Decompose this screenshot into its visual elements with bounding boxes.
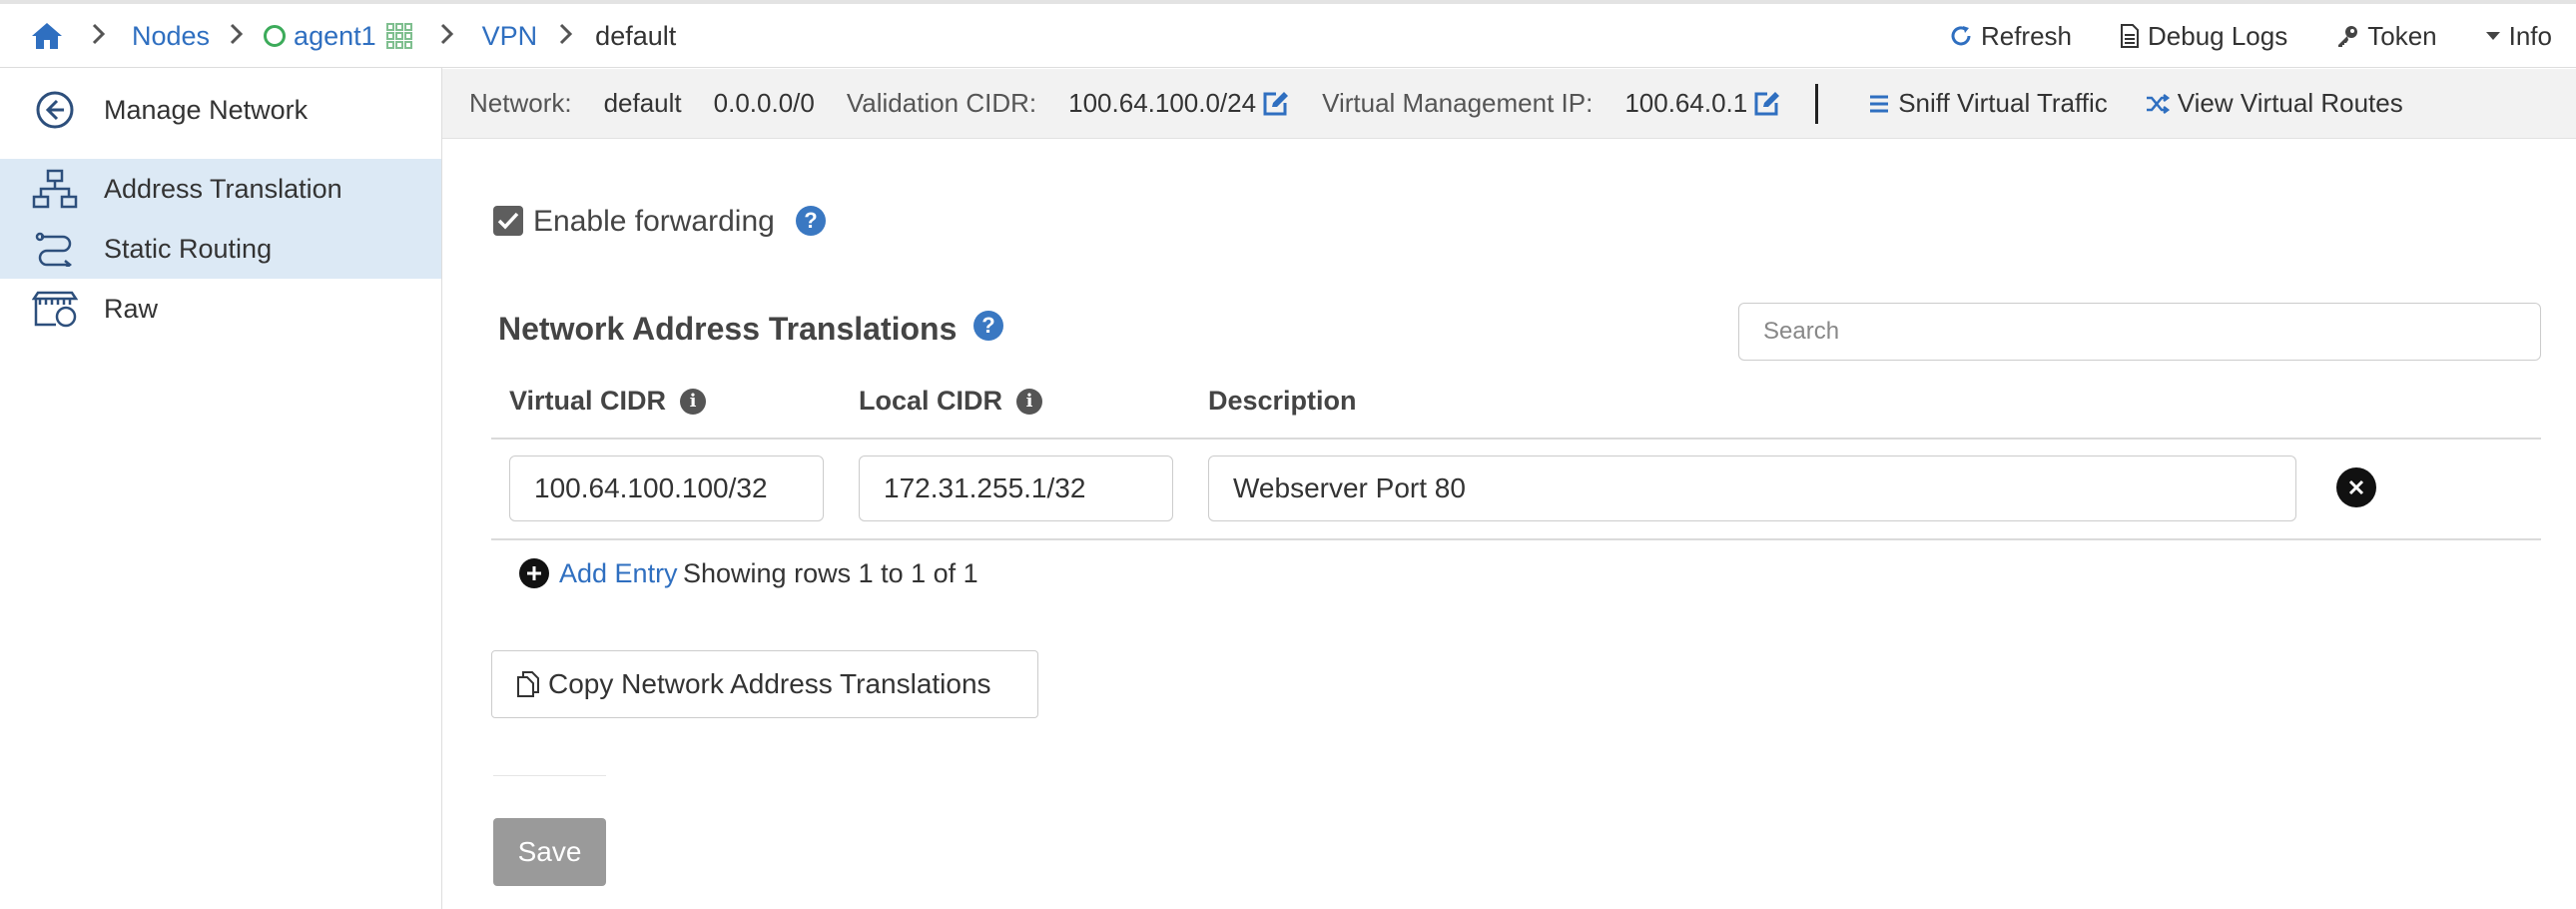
add-entry-link[interactable]: Add Entry (559, 558, 678, 589)
top-actions: Refresh Debug Logs Token Info (1949, 4, 2552, 68)
breadcrumb-vpn-link[interactable]: VPN (482, 21, 538, 52)
nat-title: Network Address Translations (498, 311, 958, 347)
breadcrumb: Nodes agent1 VPN default (30, 4, 676, 68)
shuffle-icon (2146, 93, 2170, 115)
help-icon[interactable]: ? (796, 206, 826, 236)
table-row-divider (491, 538, 2541, 540)
enable-forwarding-label: Enable forwarding (533, 205, 775, 238)
divider (1815, 83, 1819, 124)
add-entry-icon[interactable] (519, 558, 549, 588)
validation-cidr-label: Validation CIDR: (846, 88, 1037, 118)
column-header-local-cidr: Local CIDR i (859, 386, 1043, 417)
refresh-button[interactable]: Refresh (1949, 21, 2072, 52)
network-label: Network: (469, 88, 572, 118)
key-icon (2335, 24, 2359, 48)
pagination-info: Showing rows 1 to 1 of 1 (683, 558, 978, 588)
home-icon[interactable] (30, 21, 64, 51)
debug-logs-button[interactable]: Debug Logs (2120, 21, 2287, 52)
save-button[interactable]: Save (493, 818, 606, 886)
table-header-divider (491, 438, 2541, 440)
copy-nat-button[interactable]: Copy Network Address Translations (491, 650, 1038, 718)
debug-logs-label: Debug Logs (2148, 20, 2288, 51)
sidebar-item-raw[interactable]: Raw (0, 279, 441, 339)
chevron-right-icon (559, 21, 573, 52)
column-header-description: Description (1208, 386, 1357, 417)
bars-icon (1868, 93, 1890, 115)
token-button[interactable]: Token (2335, 20, 2437, 52)
sidebar: Manage Network Address Translation Stati… (0, 68, 442, 909)
column-header-label: Local CIDR (859, 386, 1003, 416)
validation-cidr-value: 100.64.100.0/24 (1068, 88, 1257, 118)
view-routes-label: View Virtual Routes (2177, 88, 2403, 118)
chevron-right-icon (440, 21, 454, 52)
enable-forwarding-checkbox[interactable] (493, 206, 523, 236)
refresh-label: Refresh (1980, 20, 2072, 51)
help-icon[interactable]: ? (973, 311, 1003, 341)
info-label: Info (2508, 20, 2552, 51)
copy-nat-label: Copy Network Address Translations (548, 668, 991, 699)
info-icon[interactable]: i (680, 388, 707, 415)
main-content: Enable forwarding ? Network Address Tran… (442, 139, 2576, 909)
route-icon (32, 229, 78, 269)
copy-icon (516, 670, 540, 698)
top-navigation-bar: Nodes agent1 VPN default Refresh Debug L… (0, 0, 2576, 68)
remove-row-button[interactable] (2336, 467, 2376, 507)
token-label: Token (2367, 20, 2437, 51)
info-dropdown[interactable]: Info (2485, 21, 2552, 52)
view-routes-button[interactable]: View Virtual Routes (2146, 88, 2403, 119)
column-header-label: Virtual CIDR (509, 386, 667, 416)
sidebar-item-manage-network[interactable]: Manage Network (0, 80, 441, 140)
breadcrumb-current: default (595, 20, 677, 51)
divider (493, 775, 606, 776)
mgmt-ip-value: 100.64.0.1 (1624, 88, 1748, 118)
sidebar-item-label: Manage Network (104, 94, 309, 125)
sidebar-item-label: Address Translation (104, 173, 342, 204)
breadcrumb-nodes-link[interactable]: Nodes (132, 21, 210, 52)
sidebar-item-static-routing[interactable]: Static Routing (0, 219, 441, 279)
search-input[interactable] (1738, 303, 2541, 361)
mgmt-ip-label: Virtual Management IP: (1322, 88, 1594, 118)
sidebar-item-label: Static Routing (104, 233, 273, 264)
sidebar-item-label: Raw (104, 293, 159, 324)
file-icon (2120, 23, 2140, 49)
sidebar-item-address-translation[interactable]: Address Translation (0, 159, 441, 219)
caret-down-icon (2485, 30, 2501, 42)
sniff-traffic-button[interactable]: Sniff Virtual Traffic (1868, 88, 2108, 119)
arrow-circle-left-icon (32, 90, 78, 130)
network-info-bar: Network: default 0.0.0.0/0 Validation CI… (442, 69, 2576, 139)
raw-icon (32, 289, 78, 329)
edit-icon[interactable] (1262, 91, 1290, 117)
column-header-virtual-cidr: Virtual CIDR i (509, 386, 707, 417)
info-icon[interactable]: i (1016, 388, 1043, 415)
edit-icon[interactable] (1753, 91, 1781, 117)
sniff-traffic-label: Sniff Virtual Traffic (1898, 88, 2108, 118)
description-input[interactable]: Webserver Port 80 (1208, 455, 2296, 521)
network-cidr: 0.0.0.0/0 (713, 88, 815, 118)
column-header-label: Description (1208, 386, 1357, 416)
sitemap-icon (32, 169, 78, 209)
refresh-icon (1949, 24, 1973, 48)
grid-icon[interactable] (385, 23, 412, 49)
local-cidr-input[interactable]: 172.31.255.1/32 (859, 455, 1173, 521)
network-value: default (603, 88, 682, 118)
breadcrumb-agent-link[interactable]: agent1 (294, 21, 376, 52)
virtual-cidr-input[interactable]: 100.64.100.100/32 (509, 455, 824, 521)
chevron-right-icon (230, 21, 244, 52)
agent-status-icon (264, 25, 287, 47)
chevron-right-icon (92, 21, 106, 52)
